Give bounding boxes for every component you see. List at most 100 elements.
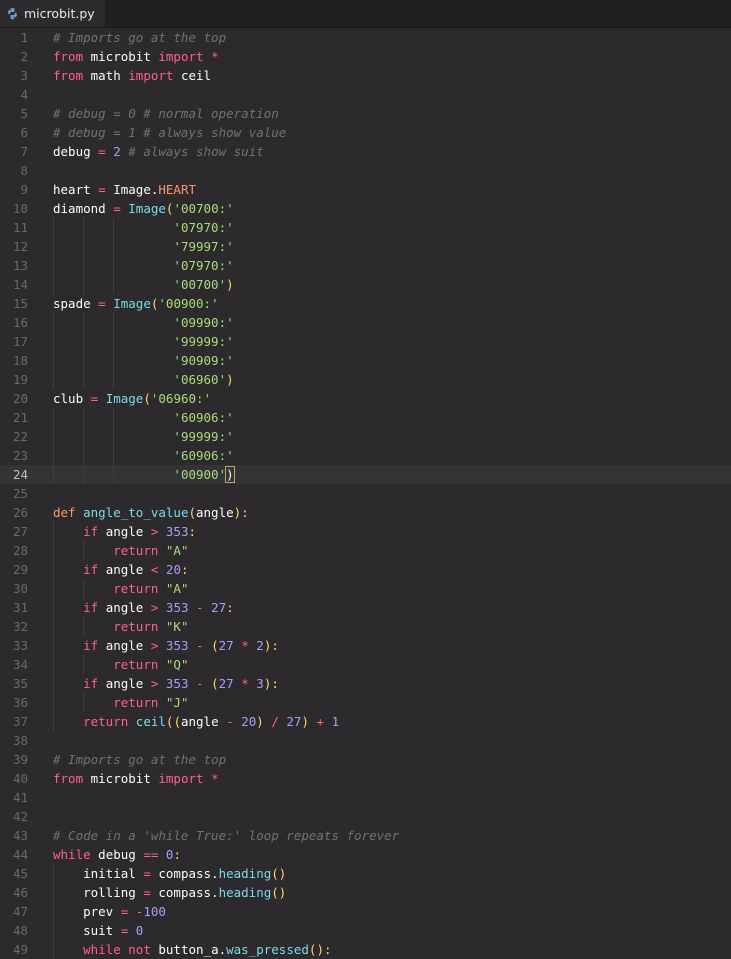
line-number: 13 bbox=[12, 258, 28, 273]
code-line[interactable]: 27 if angle > 353: bbox=[0, 522, 731, 541]
code-text: spade = Image('00900:' bbox=[53, 296, 219, 311]
line-number: 40 bbox=[12, 771, 28, 786]
code-line[interactable]: 35 if angle > 353 - (27 * 3): bbox=[0, 674, 731, 693]
line-number: 45 bbox=[12, 866, 28, 881]
code-text: return ceil((angle - 20) / 27) + 1 bbox=[83, 714, 340, 729]
python-icon bbox=[8, 7, 17, 20]
line-number: 18 bbox=[12, 353, 28, 368]
code-line[interactable]: 37 return ceil((angle - 20) / 27) + 1 bbox=[0, 712, 731, 731]
code-line[interactable]: 23 '60906:' bbox=[0, 446, 731, 465]
code-line[interactable]: 20 club = Image('06960:' bbox=[0, 389, 731, 408]
code-line[interactable]: 13 '07970:' bbox=[0, 256, 731, 275]
code-text: return "J" bbox=[113, 695, 189, 710]
code-line[interactable]: 42 bbox=[0, 807, 731, 826]
code-line[interactable]: 29 if angle < 20: bbox=[0, 560, 731, 579]
code-line[interactable]: 26 def angle_to_value(angle): bbox=[0, 503, 731, 522]
tab-microbit-py[interactable]: microbit.py bbox=[0, 0, 105, 27]
line-number: 46 bbox=[12, 885, 28, 900]
line-number: 49 bbox=[12, 942, 28, 957]
code-line[interactable]: 12 '79997:' bbox=[0, 237, 731, 256]
line-number: 36 bbox=[12, 695, 28, 710]
code-line[interactable]: 49 while not button_a.was_pressed(): bbox=[0, 940, 731, 959]
line-number: 1 bbox=[20, 30, 28, 45]
code-line[interactable]: 32 return "K" bbox=[0, 617, 731, 636]
code-text: # debug = 0 # normal operation bbox=[53, 106, 279, 121]
line-number: 38 bbox=[12, 733, 28, 748]
code-line[interactable]: 44 while debug == 0: bbox=[0, 845, 731, 864]
code-line[interactable]: 1 # Imports go at the top bbox=[0, 28, 731, 47]
code-text: # Imports go at the top bbox=[53, 30, 227, 45]
code-line[interactable]: 48 suit = 0 bbox=[0, 921, 731, 940]
code-line[interactable]: 25 bbox=[0, 484, 731, 503]
code-line[interactable]: 5 # debug = 0 # normal operation bbox=[0, 104, 731, 123]
code-text: club = Image('06960:' bbox=[53, 391, 212, 406]
code-line[interactable]: 8 bbox=[0, 161, 731, 180]
line-number: 29 bbox=[12, 562, 28, 577]
code-line[interactable]: 16 '09990:' bbox=[0, 313, 731, 332]
code-text: if angle > 353 - (27 * 3): bbox=[83, 676, 279, 691]
code-line[interactable]: 15 spade = Image('00900:' bbox=[0, 294, 731, 313]
line-number: 9 bbox=[20, 182, 28, 197]
line-number: 21 bbox=[12, 410, 28, 425]
line-number: 10 bbox=[12, 201, 28, 216]
code-line[interactable]: 11 '07970:' bbox=[0, 218, 731, 237]
line-number: 37 bbox=[12, 714, 28, 729]
code-line[interactable]: 30 return "A" bbox=[0, 579, 731, 598]
code-text: '07970:' bbox=[173, 258, 234, 273]
code-text: # Code in a 'while True:' loop repeats f… bbox=[53, 828, 400, 843]
code-line[interactable]: 22 '99999:' bbox=[0, 427, 731, 446]
code-line[interactable]: 2 from microbit import * bbox=[0, 47, 731, 66]
code-text: while not button_a.was_pressed(): bbox=[83, 942, 332, 957]
code-line[interactable]: 17 '99999:' bbox=[0, 332, 731, 351]
code-line[interactable]: 10 diamond = Image('00700:' bbox=[0, 199, 731, 218]
code-line[interactable]: 28 return "A" bbox=[0, 541, 731, 560]
code-text: while debug == 0: bbox=[53, 847, 181, 862]
line-number: 42 bbox=[12, 809, 28, 824]
code-text: from math import ceil bbox=[53, 68, 212, 83]
code-line[interactable]: 38 bbox=[0, 731, 731, 750]
code-line[interactable]: 14 '00700') bbox=[0, 275, 731, 294]
line-number: 27 bbox=[12, 524, 28, 539]
code-line[interactable]: 34 return "Q" bbox=[0, 655, 731, 674]
code-line[interactable]: 3 from math import ceil bbox=[0, 66, 731, 85]
line-number: 41 bbox=[12, 790, 28, 805]
code-line[interactable]: 18 '90909:' bbox=[0, 351, 731, 370]
code-editor[interactable]: 1 # Imports go at the top 2 from microbit i… bbox=[0, 28, 731, 959]
code-line[interactable]: 21 '60906:' bbox=[0, 408, 731, 427]
code-line[interactable]: 40 from microbit import * bbox=[0, 769, 731, 788]
line-number: 15 bbox=[12, 296, 28, 311]
line-number: 19 bbox=[12, 372, 28, 387]
code-text: return "A" bbox=[113, 581, 189, 596]
line-number: 16 bbox=[12, 315, 28, 330]
code-line[interactable]: 31 if angle > 353 - 27: bbox=[0, 598, 731, 617]
code-line[interactable]: 39 # Imports go at the top bbox=[0, 750, 731, 769]
code-line[interactable]: 24 '00900') bbox=[0, 465, 731, 484]
code-line[interactable]: 19 '06960') bbox=[0, 370, 731, 389]
code-text: if angle > 353 - 27: bbox=[83, 600, 234, 615]
line-number: 8 bbox=[20, 163, 28, 178]
code-line[interactable]: 36 return "J" bbox=[0, 693, 731, 712]
line-number: 3 bbox=[20, 68, 28, 83]
code-text: '60906:' bbox=[173, 448, 234, 463]
line-number: 30 bbox=[12, 581, 28, 596]
code-line[interactable]: 4 bbox=[0, 85, 731, 104]
code-text: if angle > 353: bbox=[83, 524, 197, 539]
code-line[interactable]: 33 if angle > 353 - (27 * 2): bbox=[0, 636, 731, 655]
code-line[interactable]: 9 heart = Image.HEART bbox=[0, 180, 731, 199]
code-line[interactable]: 45 initial = compass.heading() bbox=[0, 864, 731, 883]
code-text: if angle > 353 - (27 * 2): bbox=[83, 638, 279, 653]
code-text: '99999:' bbox=[173, 429, 234, 444]
code-line[interactable]: 47 prev = -100 bbox=[0, 902, 731, 921]
line-number: 17 bbox=[12, 334, 28, 349]
line-number: 2 bbox=[20, 49, 28, 64]
code-text: return "A" bbox=[113, 543, 189, 558]
line-number: 6 bbox=[20, 125, 28, 140]
code-line[interactable]: 7 debug = 2 # always show suit bbox=[0, 142, 731, 161]
code-line[interactable]: 46 rolling = compass.heading() bbox=[0, 883, 731, 902]
code-line[interactable]: 6 # debug = 1 # always show value bbox=[0, 123, 731, 142]
code-line[interactable]: 41 bbox=[0, 788, 731, 807]
line-number: 23 bbox=[12, 448, 28, 463]
code-line[interactable]: 43 # Code in a 'while True:' loop repeats… bbox=[0, 826, 731, 845]
tab-filename: microbit.py bbox=[24, 6, 95, 21]
line-number: 14 bbox=[12, 277, 28, 292]
